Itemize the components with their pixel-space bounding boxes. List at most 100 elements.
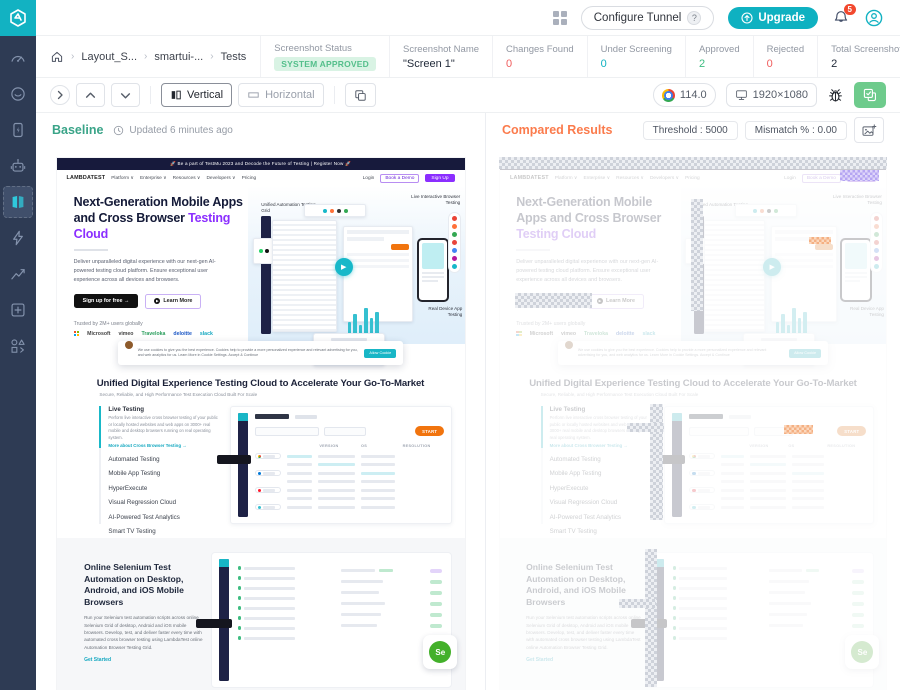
allow-cookie-button: Allow Cookie	[364, 348, 397, 358]
stat-value: 2	[698, 58, 706, 70]
upgrade-arrow-icon	[741, 11, 753, 24]
section2-heading: Unified Digital Experience Testing Cloud…	[96, 378, 425, 389]
stat-label: Approved	[698, 44, 740, 55]
site-banner: 🚀 Be a part of TestMu 2023 and Decode th…	[56, 158, 465, 170]
diff-region-hero-orange	[809, 237, 831, 244]
next-screenshot-button[interactable]	[111, 83, 140, 107]
sidebar-item-analytics[interactable]	[3, 258, 33, 290]
previous-screenshot-button[interactable]	[76, 83, 105, 107]
sidebar-item-realtime[interactable]	[3, 78, 33, 110]
sidebar-item-automation[interactable]	[3, 150, 33, 182]
browser-version-chip[interactable]: 114.0	[652, 83, 716, 107]
mock-orange-button	[390, 244, 409, 250]
overlay-view-button[interactable]	[344, 83, 376, 107]
status-badge: SYSTEM APPROVED	[274, 57, 376, 71]
sidebar-item-dashboard[interactable]	[3, 42, 33, 74]
breadcrumb-project[interactable]: Layout_S...	[81, 51, 137, 63]
dashboard-sidebar	[237, 413, 248, 517]
app-grid-icon[interactable]	[552, 10, 567, 25]
configure-tunnel-button[interactable]: Configure Tunnel ?	[580, 5, 715, 30]
site-hero-heading: Next-Generation Mobile Apps and Cross Br…	[516, 195, 662, 241]
microsoft-logo-icon	[73, 330, 80, 337]
hero-tag-device: Real Device App Testing	[428, 306, 463, 318]
site-cookie-banner: We use cookies to give you the best expe…	[117, 341, 404, 365]
table-header: OS	[360, 444, 368, 448]
home-icon[interactable]	[50, 50, 64, 64]
plus-square-icon	[11, 303, 25, 317]
stat-screenshot-status: Screenshot Status SYSTEM APPROVED	[260, 36, 389, 77]
feature-item: AI-Powered Test Analytics	[108, 513, 180, 521]
debug-bug-button[interactable]	[827, 87, 844, 104]
stat-total-screenshots: Total Screenshots 2	[817, 36, 900, 77]
collapse-panel-button[interactable]	[50, 85, 70, 105]
table-header: RESOLUTION	[402, 444, 431, 448]
site-nav-link: Enterprise ∨	[583, 175, 611, 181]
set-new-baseline-button[interactable]	[854, 117, 884, 143]
compared-pane: Compared Results Threshold : 5000 Mismat…	[486, 113, 900, 690]
crumb-separator: ›	[144, 51, 148, 62]
horizontal-view-button[interactable]: Horizontal	[238, 83, 324, 107]
stat-rejected: Rejected 0	[752, 36, 818, 77]
site-brand-logos: Microsoft vimeo Traveloka deloitte slack	[73, 330, 249, 337]
breadcrumb-build[interactable]: smartui-...	[154, 51, 203, 63]
sidebar-item-hyperexecute[interactable]	[3, 222, 33, 254]
cookie-text: We use cookies to give you the best expe…	[137, 347, 358, 357]
upgrade-label: Upgrade	[758, 11, 805, 24]
vertical-label: Vertical	[187, 89, 224, 101]
crumb-separator: ›	[71, 51, 75, 62]
site-nav-link: Pricing	[685, 175, 700, 181]
upgrade-button[interactable]: Upgrade	[728, 6, 818, 29]
site-book-demo: Book a Demo	[380, 173, 420, 183]
site-trusted-text: Trusted by 2M+ users globally	[516, 320, 586, 327]
vertical-view-button[interactable]: Vertical	[161, 83, 233, 107]
sidebar-item-new-project[interactable]	[3, 294, 33, 326]
site-login: Login	[784, 175, 796, 181]
compared-pane-body: 🚀 Be a part of TestMu 2023 and Decode th…	[486, 147, 900, 690]
baseline-updated: Updated 6 minutes ago	[113, 125, 233, 136]
feature-live-link: More about Cross Browser Testing →	[108, 443, 187, 448]
vertical-split-icon	[171, 90, 181, 100]
user-avatar-icon[interactable]	[864, 8, 884, 28]
section2-subheading: Secure, Reliable, and High Performance T…	[99, 392, 258, 397]
site-nav-link: Pricing	[241, 175, 257, 181]
left-sidebar	[0, 36, 36, 690]
chrome-icon	[661, 88, 675, 102]
sidebar-item-products[interactable]	[3, 330, 33, 362]
baseline-screenshot[interactable]: 🚀 Be a part of TestMu 2023 and Decode th…	[55, 157, 466, 690]
baseline-pane-body: 🚀 Be a part of TestMu 2023 and Decode th…	[36, 147, 485, 690]
configure-tunnel-label: Configure Tunnel	[593, 11, 682, 24]
approve-screenshot-button[interactable]	[854, 82, 886, 108]
sidebar-item-app-testing[interactable]	[3, 114, 33, 146]
overlay-copy-icon	[354, 89, 366, 101]
compared-screenshot[interactable]: 🚀 Be a part of TestMu 2023 and Decode th…	[499, 157, 887, 690]
notifications-bell-icon[interactable]: 5	[832, 3, 856, 27]
mobile-bolt-icon	[13, 122, 23, 138]
diff-region-sec3-tooltip	[619, 599, 657, 608]
help-icon[interactable]: ?	[687, 10, 702, 25]
visual-compare-icon	[12, 196, 24, 208]
toolbar-divider	[333, 86, 335, 104]
diff-region-sec3-sidebar	[644, 549, 657, 687]
site-hero: Next-Generation Mobile Apps and Cross Br…	[57, 186, 465, 366]
sidebar-item-smartui-active[interactable]	[3, 186, 33, 218]
monitor-icon	[735, 90, 747, 100]
stat-value: 2	[831, 58, 838, 70]
feature-item: Visual Regression Cloud	[108, 499, 177, 506]
site-nav: LAMBDATEST Platform ∨ Enterprise ∨ Resou…	[500, 170, 886, 186]
feature-live-testing: Live Testing	[108, 406, 145, 413]
stat-label: Screenshot Name	[402, 44, 480, 55]
mock-dark-sidebar	[261, 216, 272, 334]
robot-icon	[10, 159, 26, 172]
breadcrumb: › Layout_S... › smartui-... › Tests	[36, 36, 260, 77]
site-nav-link: Platform ∨	[554, 175, 578, 181]
site-nav-link: Resources ∨	[616, 175, 644, 181]
toolbar-divider	[150, 86, 151, 104]
resolution-chip[interactable]: 1920×1080	[725, 83, 817, 107]
chevron-down-icon	[120, 92, 131, 98]
lambdatest-logo[interactable]	[0, 0, 36, 36]
trend-chart-icon	[11, 269, 25, 280]
stat-label: Total Screenshots	[831, 44, 900, 55]
breadcrumb-tests[interactable]: Tests	[221, 51, 247, 63]
stat-value: "Screen 1"	[402, 58, 455, 70]
browser-version: 114.0	[679, 89, 707, 101]
